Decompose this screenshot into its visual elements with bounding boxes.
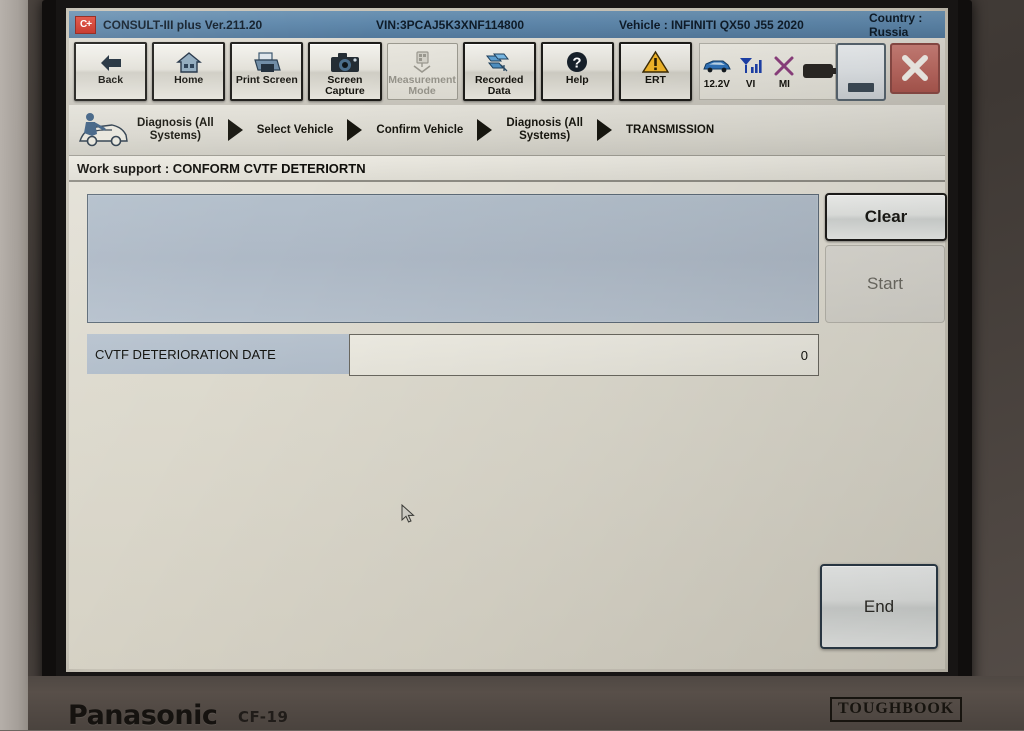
home-button-label: Home — [174, 74, 204, 86]
back-button-label: Back — [98, 74, 124, 86]
question-mark-icon: ? — [565, 44, 589, 74]
mi-label: MI — [778, 79, 790, 90]
breadcrumb-item-diagnosis-2-line1: Diagnosis (All — [506, 117, 584, 129]
warning-triangle-icon — [641, 44, 669, 74]
help-button-label: Help — [565, 74, 589, 86]
close-icon — [902, 55, 928, 81]
title-bar: C+ CONSULT-III plus Ver.211.20 VIN:3PCAJ… — [69, 10, 945, 39]
screen-capture-button[interactable]: Screen Capture — [308, 42, 382, 101]
recorded-data-line2: Data — [487, 85, 511, 97]
recorded-data-button[interactable]: Recorded Data — [462, 42, 536, 101]
signal-bars-icon — [738, 53, 764, 78]
print-screen-button-label: Print Screen — [235, 74, 298, 86]
vehicle-label: Vehicle : INFINITI QX50 J55 2020 — [619, 17, 804, 32]
minimize-icon — [848, 82, 874, 92]
cvtf-deterioration-date-field[interactable]: 0 — [349, 334, 819, 376]
application-screen: C+ CONSULT-III plus Ver.211.20 VIN:3PCAJ… — [66, 8, 948, 672]
house-icon — [175, 44, 202, 74]
battery-status — [801, 59, 837, 85]
window-controls — [836, 42, 940, 101]
print-screen-button[interactable]: Print Screen — [230, 42, 304, 101]
mouse-cursor — [401, 503, 415, 524]
recorded-data-icon — [484, 44, 514, 74]
breadcrumb-item-diagnosis-2[interactable]: Diagnosis (All Systems) — [500, 117, 589, 143]
back-arrow-icon — [98, 44, 124, 74]
screen-capture-button-label: Screen Capture — [325, 75, 365, 97]
mi-status: MI — [768, 53, 802, 90]
content-area: CVTF DETERIORATION DATE 0 Clear Start En… — [69, 182, 947, 669]
ert-button-label: ERT — [644, 74, 666, 86]
voltage-status: 12.2V — [700, 53, 734, 90]
model-label: CF-19 — [238, 708, 289, 726]
home-button[interactable]: Home — [152, 42, 226, 101]
breadcrumb-arrow-icon — [347, 119, 363, 141]
consult-logo-icon: C+ — [75, 15, 96, 34]
breadcrumb-item-select-vehicle[interactable]: Select Vehicle — [251, 124, 340, 137]
vi-label: VI — [745, 79, 756, 90]
recorded-data-button-label: Recorded Data — [475, 75, 523, 97]
breadcrumb-arrow-icon — [227, 119, 243, 141]
back-button[interactable]: Back — [74, 42, 148, 101]
camera-icon — [330, 44, 360, 74]
vin-label: VIN:3PCAJ5K3XNF114800 — [376, 17, 525, 32]
cvtf-deterioration-date-label-cell: CVTF DETERIORATION DATE — [87, 334, 349, 374]
breadcrumb-arrow-icon — [477, 119, 493, 141]
status-cluster: 12.2V VI MI — [699, 43, 837, 100]
battery-icon — [803, 59, 837, 84]
toughbook-logo: TOUGHBOOK — [830, 697, 963, 722]
breadcrumb-item-transmission[interactable]: TRANSMISSION — [620, 124, 720, 137]
measurement-mode-button[interactable]: Measurement Mode — [386, 43, 458, 100]
breadcrumb: Diagnosis (All Systems) Select Vehicle C… — [69, 105, 945, 156]
work-support-title: Work support : CONFORM CVTF DETERIORTN — [77, 160, 366, 176]
measurement-mode-button-label: Measurement Mode — [388, 75, 456, 97]
end-button[interactable]: End — [820, 564, 938, 649]
voltage-label: 12.2V — [703, 79, 730, 90]
breadcrumb-item-diagnosis-1[interactable]: Diagnosis (All Systems) — [131, 117, 220, 143]
close-button[interactable] — [890, 42, 940, 94]
cvtf-deterioration-date-label: CVTF DETERIORATION DATE — [95, 346, 276, 362]
app-title: CONSULT-III plus Ver.211.20 — [103, 17, 263, 32]
message-panel — [87, 194, 819, 323]
cross-icon — [773, 53, 795, 78]
ert-button[interactable]: ERT — [618, 42, 692, 101]
country-label: Country : Russia — [869, 10, 923, 39]
vi-status: VI — [734, 53, 768, 90]
breadcrumb-item-diagnosis-1-line1: Diagnosis (All — [137, 117, 214, 129]
svg-text:?: ? — [573, 55, 582, 72]
breadcrumb-item-diagnosis-1-line2: Systems) — [149, 130, 201, 142]
clear-button[interactable]: Clear — [825, 193, 947, 241]
start-button[interactable]: Start — [825, 245, 945, 323]
breadcrumb-arrow-icon — [597, 119, 613, 141]
screen-capture-line2: Capture — [325, 85, 365, 97]
breadcrumb-item-diagnosis-2-line2: Systems) — [519, 130, 571, 142]
help-button[interactable]: ? Help — [540, 42, 614, 101]
minimize-button[interactable] — [836, 42, 886, 101]
measurement-icon — [409, 44, 435, 74]
technician-car-icon — [73, 110, 131, 150]
work-support-header: Work support : CONFORM CVTF DETERIORTN — [69, 156, 945, 182]
breadcrumb-item-confirm-vehicle[interactable]: Confirm Vehicle — [370, 124, 469, 137]
measurement-line2: Mode — [408, 85, 436, 97]
printer-icon — [252, 44, 282, 74]
cvtf-deterioration-date-value: 0 — [800, 347, 808, 363]
panasonic-logo: Panasonic — [68, 700, 218, 731]
toolbar: Back Home Print Screen Screen Capture Me… — [69, 38, 945, 105]
car-icon — [701, 53, 733, 78]
